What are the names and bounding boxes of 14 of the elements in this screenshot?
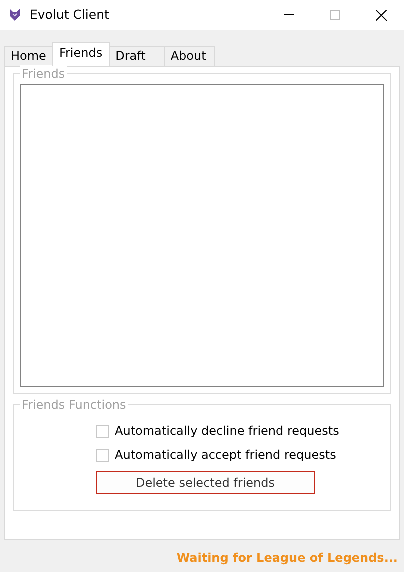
tab[interactable]: Friends [52, 42, 110, 66]
close-icon [376, 10, 386, 20]
delete-button[interactable]: Delete selected friends [96, 471, 315, 494]
checkbox[interactable] [96, 448, 109, 462]
checkbox-label: Automatically accept friend requests [115, 447, 336, 464]
checkbox[interactable] [96, 424, 109, 438]
checkbox-label: Automatically decline friend requests [115, 423, 340, 440]
friends-list[interactable] [20, 84, 384, 387]
app-logo-icon [8, 8, 22, 22]
tab[interactable]: Home [4, 46, 54, 66]
tab[interactable]: About [164, 46, 216, 66]
status-text: Waiting for League of Legends... [176, 551, 398, 565]
maximize-icon [330, 10, 340, 20]
window-title: Evolut Client [30, 6, 110, 24]
